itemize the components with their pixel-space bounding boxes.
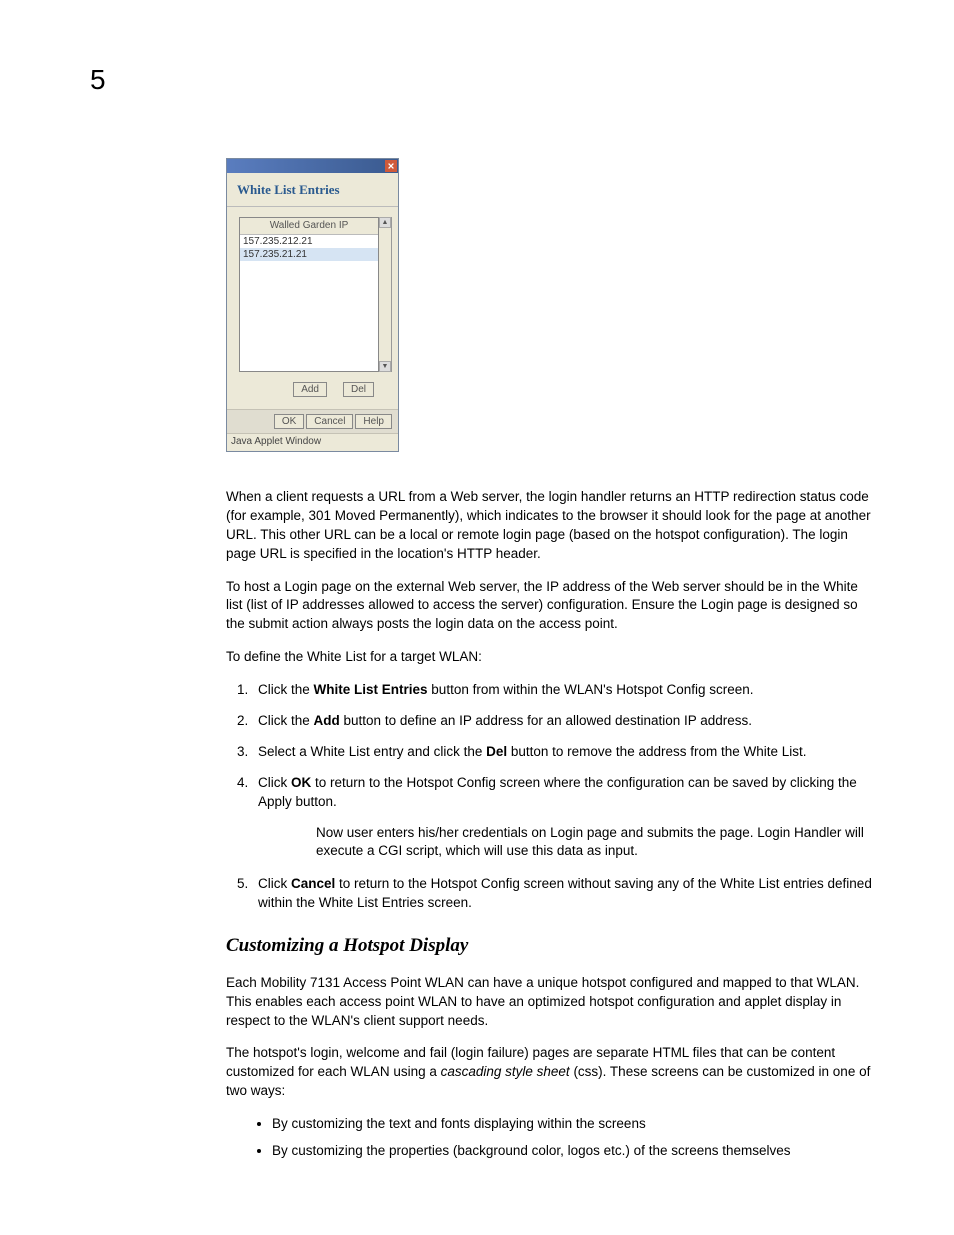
add-button[interactable]: Add: [293, 382, 327, 397]
scrollbar[interactable]: ▲ ▼: [379, 217, 392, 372]
text: Select a White List entry and click the: [258, 744, 486, 759]
section-heading: Customizing a Hotspot Display: [226, 933, 874, 960]
ok-button[interactable]: OK: [274, 414, 304, 429]
text: Click the: [258, 713, 314, 728]
paragraph: To define the White List for a target WL…: [226, 648, 874, 667]
scroll-up-icon[interactable]: ▲: [379, 217, 391, 228]
text: button from within the WLAN's Hotspot Co…: [428, 682, 754, 697]
text: button to remove the address from the Wh…: [507, 744, 806, 759]
italic-text: cascading style sheet: [441, 1064, 570, 1079]
del-button[interactable]: Del: [343, 382, 374, 397]
dialog-body: Walled Garden IP 157.235.212.21 157.235.…: [227, 207, 398, 409]
dialog-titlebar: [227, 159, 398, 173]
cancel-button[interactable]: Cancel: [306, 414, 353, 429]
list-item: Select a White List entry and click the …: [252, 743, 874, 762]
text: to return to the Hotspot Config screen w…: [258, 876, 872, 910]
scroll-down-icon[interactable]: ▼: [379, 361, 391, 372]
paragraph: The hotspot's login, welcome and fail (l…: [226, 1044, 874, 1101]
bold-text: Del: [486, 744, 507, 759]
help-button[interactable]: Help: [355, 414, 392, 429]
white-list-dialog: White List Entries Walled Garden IP 157.…: [226, 158, 399, 452]
sub-paragraph: Now user enters his/her credentials on L…: [316, 824, 874, 862]
bold-text: Cancel: [291, 876, 335, 891]
text: button to define an IP address for an al…: [340, 713, 752, 728]
text: Click the: [258, 682, 314, 697]
text: to return to the Hotspot Config screen w…: [258, 775, 857, 809]
status-bar: Java Applet Window: [227, 433, 398, 451]
list-item: Click Cancel to return to the Hotspot Co…: [252, 875, 874, 913]
column-header: Walled Garden IP: [240, 218, 378, 235]
bold-text: OK: [291, 775, 311, 790]
dialog-title: White List Entries: [237, 182, 340, 197]
text: Click: [258, 876, 291, 891]
bold-text: Add: [314, 713, 340, 728]
paragraph: To host a Login page on the external Web…: [226, 578, 874, 635]
table-row[interactable]: 157.235.21.21: [240, 248, 378, 261]
page-content: When a client requests a URL from a Web …: [226, 488, 874, 1169]
list-item: Click the Add button to define an IP add…: [252, 712, 874, 731]
list-item: Click OK to return to the Hotspot Config…: [252, 774, 874, 862]
page-number: 5: [90, 60, 106, 99]
paragraph: Each Mobility 7131 Access Point WLAN can…: [226, 974, 874, 1031]
steps-list: Click the White List Entries button from…: [226, 681, 874, 913]
text: Click: [258, 775, 291, 790]
table-row[interactable]: 157.235.212.21: [240, 235, 378, 248]
paragraph: When a client requests a URL from a Web …: [226, 488, 874, 564]
list-item: By customizing the text and fonts displa…: [272, 1115, 874, 1134]
dialog-header: White List Entries: [227, 173, 398, 207]
bold-text: White List Entries: [314, 682, 428, 697]
bullet-list: By customizing the text and fonts displa…: [226, 1115, 874, 1161]
list-item: Click the White List Entries button from…: [252, 681, 874, 700]
ip-table[interactable]: Walled Garden IP 157.235.212.21 157.235.…: [239, 217, 379, 372]
list-item: By customizing the properties (backgroun…: [272, 1142, 874, 1161]
close-icon[interactable]: [385, 160, 397, 172]
